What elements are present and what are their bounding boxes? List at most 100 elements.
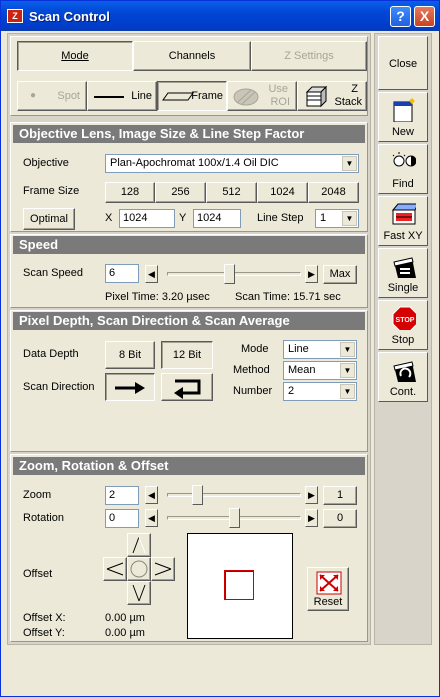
zoom-thumb[interactable] (191, 485, 203, 505)
zoom-right-arrow-icon[interactable]: ▶ (305, 486, 318, 504)
frame-size-label: Frame Size (23, 185, 80, 197)
offset-label: Offset (23, 568, 53, 580)
offset-x-label: Offset X: (23, 612, 66, 624)
offset-up-button[interactable] (127, 533, 151, 557)
help-button[interactable]: ? (390, 6, 411, 27)
fast-xy-button[interactable]: Fast XY (378, 196, 428, 246)
average-mode-select[interactable]: Line ▼ (283, 340, 357, 359)
frame-size-256-button[interactable]: 256 (155, 182, 206, 203)
slider-right-arrow-icon[interactable]: ▶ (305, 265, 318, 283)
average-method-value: Mean (288, 364, 316, 376)
rotation-reset-button[interactable]: 0 (323, 509, 357, 528)
number-label: Number (233, 385, 273, 397)
scan-direction-label: Scan Direction (23, 381, 95, 393)
mode-panel: Mode Channels Z Settings ● Spot Line Fra… (10, 36, 368, 116)
reset-arrows-icon (316, 571, 342, 595)
chevron-down-icon[interactable]: ▼ (340, 363, 355, 378)
offset-down-button[interactable] (127, 581, 151, 605)
right-toolbar: Close New Find Fast XY Single STOP Stop … (374, 33, 432, 645)
tab-z-settings[interactable]: Z Settings (251, 41, 367, 71)
return-arrow-icon (174, 379, 201, 399)
zoom-reset-button[interactable]: 1 (323, 486, 357, 505)
speed-panel: Speed Scan Speed 6 ◀ ▶ Max Pixel Time: 3… (10, 234, 368, 308)
12-bit-button[interactable]: 12 Bit (161, 341, 213, 369)
unidirectional-scan-button[interactable] (105, 373, 155, 401)
x-size-input[interactable]: 1024 (119, 209, 175, 228)
speed-section-header: Speed (13, 236, 365, 254)
average-method-select[interactable]: Mean ▼ (283, 361, 357, 380)
line-label: Line (131, 90, 152, 102)
scan-area-preview[interactable] (187, 533, 293, 639)
spot-scan-button[interactable]: ● Spot (17, 81, 87, 111)
z-stack-button[interactable]: Z Stack (297, 81, 367, 111)
optimal-button[interactable]: Optimal (23, 208, 75, 230)
tab-channels[interactable]: Channels (133, 41, 251, 71)
rotation-thumb[interactable] (228, 508, 240, 528)
new-image-icon (393, 98, 415, 122)
pixel-depth-panel: Pixel Depth, Scan Direction & Scan Avera… (10, 310, 368, 452)
scan-settings-area: Mode Channels Z Settings ● Spot Line Fra… (7, 33, 371, 645)
arrow-right-icon (115, 382, 145, 394)
method-label: Method (233, 364, 270, 376)
bidirectional-scan-button[interactable] (161, 373, 213, 401)
chevron-down-icon[interactable]: ▼ (342, 156, 357, 171)
objective-select[interactable]: Plan-Apochromat 100x/1.4 Oil DIC ▼ (105, 154, 359, 173)
z-stack-icon (305, 85, 328, 108)
line-scan-button[interactable]: Line (87, 81, 157, 111)
title-bar[interactable]: Z Scan Control ? X (1, 1, 439, 31)
offset-x-value: 0.00 µm (105, 612, 145, 624)
window-title: Scan Control (29, 9, 110, 24)
frame-size-128-button[interactable]: 128 (105, 182, 155, 203)
use-roi-label-1: Use (268, 83, 288, 95)
close-window-button[interactable]: X (414, 6, 435, 27)
close-button[interactable]: Close (378, 36, 428, 90)
frame-size-1024-button[interactable]: 1024 (257, 182, 308, 203)
left-arrow-icon (106, 562, 124, 576)
chevron-down-icon[interactable]: ▼ (340, 342, 355, 357)
offset-left-button[interactable] (103, 557, 127, 581)
offset-y-value: 0.00 µm (105, 627, 145, 639)
rotation-right-arrow-icon[interactable]: ▶ (305, 509, 318, 527)
slider-left-arrow-icon[interactable]: ◀ (145, 265, 158, 283)
reset-offset-button[interactable]: Reset (307, 567, 349, 611)
stop-label: Stop (391, 334, 415, 346)
frame-size-2048-button[interactable]: 2048 (308, 182, 359, 203)
y-size-input[interactable]: 1024 (193, 209, 241, 228)
scan-speed-input[interactable]: 6 (105, 264, 139, 283)
cont-button[interactable]: Cont. (378, 352, 428, 402)
zoom-section-header: Zoom, Rotation & Offset (13, 457, 365, 475)
z-stack-label-1: Z (351, 83, 358, 95)
objective-section-header: Objective Lens, Image Size & Line Step F… (13, 125, 365, 143)
rotation-left-arrow-icon[interactable]: ◀ (145, 509, 158, 527)
scan-speed-thumb[interactable] (223, 264, 235, 284)
scan-area-box[interactable] (224, 570, 254, 600)
zoom-label: Zoom (23, 489, 52, 501)
find-label: Find (392, 178, 414, 190)
frame-size-512-button[interactable]: 512 (206, 182, 257, 203)
find-button[interactable]: Find (378, 144, 428, 194)
rotation-input[interactable]: 0 (105, 509, 139, 528)
single-label: Single (387, 282, 419, 294)
zoom-left-arrow-icon[interactable]: ◀ (145, 486, 158, 504)
new-button[interactable]: New (378, 92, 428, 142)
frame-scan-button[interactable]: Frame (157, 81, 227, 111)
roi-icon (233, 88, 259, 106)
use-roi-button[interactable]: Use ROI (227, 81, 297, 111)
zoom-input[interactable]: 2 (105, 486, 139, 505)
chevron-down-icon[interactable]: ▼ (342, 211, 357, 226)
fast-xy-label: Fast XY (383, 230, 423, 242)
tab-mode[interactable]: Mode (17, 41, 133, 71)
offset-center-button[interactable] (127, 557, 151, 581)
stop-button[interactable]: STOP Stop (378, 300, 428, 350)
scan-area-inner (225, 571, 253, 599)
stop-sign-icon: STOP (392, 306, 416, 330)
find-icon (392, 152, 416, 167)
offset-right-button[interactable] (151, 557, 175, 581)
single-button[interactable]: Single (378, 248, 428, 298)
max-speed-button[interactable]: Max (323, 265, 357, 284)
8-bit-button[interactable]: 8 Bit (105, 341, 155, 369)
average-number-select[interactable]: 2 ▼ (283, 382, 357, 401)
rotation-label: Rotation (23, 512, 64, 524)
chevron-down-icon[interactable]: ▼ (340, 384, 355, 399)
line-step-select[interactable]: 1 ▼ (315, 209, 359, 228)
